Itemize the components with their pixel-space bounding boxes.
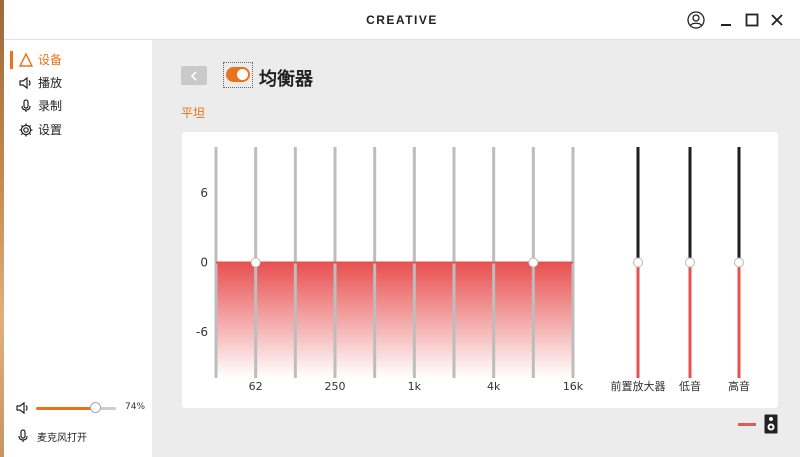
microphone-icon bbox=[18, 98, 34, 114]
app-window: CREATIVE 设备 播放 录制 设置 74% 麦克风打开 均衡器 平坦 6 … bbox=[4, 0, 800, 457]
preset-selector[interactable]: 平坦 bbox=[181, 104, 205, 121]
sidebar-item-playback[interactable]: 播放 bbox=[4, 72, 152, 94]
device-icon bbox=[18, 52, 34, 68]
volume-slider[interactable] bbox=[36, 402, 116, 413]
slider-label: 高音 bbox=[728, 379, 750, 393]
chevron-left-icon bbox=[190, 66, 198, 85]
eq-band-label: 1k bbox=[408, 380, 422, 393]
gear-icon bbox=[18, 122, 34, 138]
page-title: 均衡器 bbox=[259, 69, 313, 90]
sidebar-item-recording[interactable]: 录制 bbox=[4, 95, 152, 117]
eq-band-label: 62 bbox=[249, 380, 263, 393]
sidebar-item-label: 播放 bbox=[38, 76, 63, 90]
volume-slider-fill bbox=[36, 407, 96, 410]
maximize-button[interactable] bbox=[741, 9, 763, 31]
minimize-button[interactable] bbox=[715, 9, 737, 31]
speaker-icon bbox=[18, 75, 34, 91]
equalizer-graph[interactable]: 6 0 -6 62 250 1k 4k 16k 前置放大器 低音 高音 bbox=[182, 132, 778, 408]
back-button[interactable] bbox=[181, 66, 207, 85]
equalizer-toggle[interactable] bbox=[226, 67, 250, 82]
slider-label: 前置放大器 bbox=[611, 379, 666, 393]
equalizer-panel: 6 0 -6 62 250 1k 4k 16k 前置放大器 低音 高音 bbox=[182, 132, 778, 408]
mic-status-label: 麦克风打开 bbox=[37, 433, 87, 444]
volume-percent: 74% bbox=[125, 402, 146, 412]
sidebar-item-label: 录制 bbox=[38, 99, 63, 113]
microphone-icon bbox=[16, 428, 30, 448]
mic-status-row[interactable]: 麦克风打开 bbox=[4, 426, 152, 446]
slider-handle[interactable] bbox=[734, 257, 744, 268]
account-icon[interactable] bbox=[685, 9, 707, 31]
toggle-knob bbox=[237, 69, 248, 80]
slider-handle[interactable] bbox=[685, 257, 695, 268]
main-content: 均衡器 平坦 6 0 -6 62 250 1k 4k 16k 前置放大器 低音 高音 bbox=[152, 40, 800, 457]
title-bar: CREATIVE bbox=[4, 0, 800, 40]
sidebar-item-settings[interactable]: 设置 bbox=[4, 119, 152, 141]
eq-band-handle[interactable] bbox=[250, 257, 261, 268]
eq-band-label: 16k bbox=[563, 380, 584, 393]
eq-fill-area bbox=[216, 262, 573, 378]
eq-band-label: 250 bbox=[325, 380, 346, 393]
speaker-device-icon[interactable] bbox=[764, 414, 778, 434]
eq-y-tick-label: 0 bbox=[200, 256, 208, 270]
output-level-indicator bbox=[738, 423, 756, 426]
volume-icon[interactable] bbox=[15, 400, 31, 420]
sidebar-item-device[interactable]: 设备 bbox=[4, 49, 152, 71]
equalizer-toggle-focus[interactable] bbox=[223, 62, 253, 88]
slider-label: 低音 bbox=[679, 379, 701, 393]
eq-y-tick-label: -6 bbox=[196, 325, 208, 339]
sidebar-item-label: 设置 bbox=[38, 123, 63, 137]
active-indicator bbox=[10, 51, 13, 69]
eq-band-handle[interactable] bbox=[528, 257, 539, 268]
eq-band-label: 4k bbox=[487, 380, 501, 393]
volume-control: 74% bbox=[4, 398, 152, 418]
volume-slider-handle[interactable] bbox=[89, 402, 101, 413]
eq-y-tick-label: 6 bbox=[200, 186, 208, 200]
slider-handle[interactable] bbox=[633, 257, 643, 268]
sidebar: 设备 播放 录制 设置 74% 麦克风打开 bbox=[4, 40, 152, 457]
sidebar-item-label: 设备 bbox=[38, 53, 63, 67]
close-button[interactable] bbox=[766, 9, 788, 31]
brand-logo: CREATIVE bbox=[366, 13, 438, 27]
